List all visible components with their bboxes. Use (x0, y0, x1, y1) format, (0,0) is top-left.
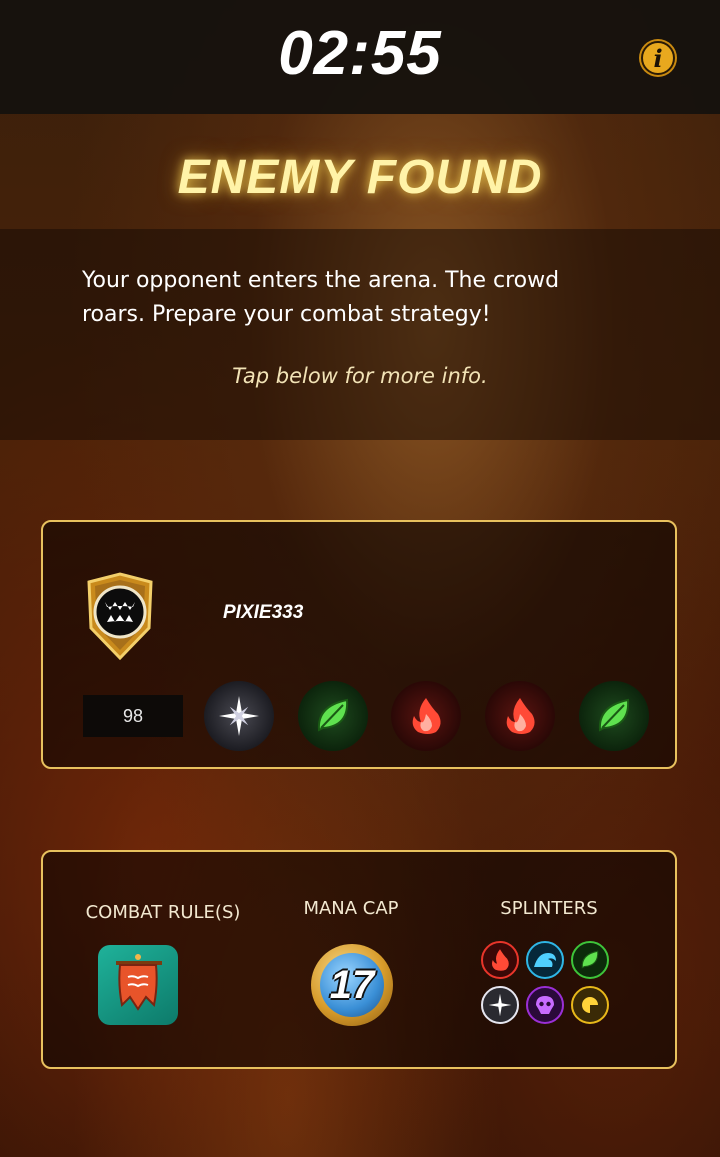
battle-rules-card[interactable]: COMBAT RULE(S) MANA CAP 17 SPLINTERS (41, 850, 677, 1069)
hint-text: Tap below for more info. (232, 364, 488, 388)
dragon-splinter-icon (571, 986, 609, 1024)
earth-splinter-icon (571, 941, 609, 979)
fangs-shield-icon (87, 572, 153, 660)
info-icon[interactable]: i (641, 41, 675, 75)
fire-splinter-icon (481, 941, 519, 979)
fire-splinter-icon (391, 681, 461, 751)
life-splinter-icon (204, 681, 274, 751)
earth-splinter-icon (298, 681, 368, 751)
description-panel (0, 229, 720, 440)
mana-cap-label: MANA CAP (303, 898, 399, 919)
match-timer: 02:55 (278, 19, 442, 88)
fire-splinter-icon (485, 681, 555, 751)
splinters-label: SPLINTERS (500, 898, 598, 919)
description-text: Your opponent enters the arena. The crow… (82, 268, 560, 327)
top-bar: 02:55 i (0, 0, 720, 114)
banner-flag-icon[interactable] (98, 945, 178, 1025)
life-splinter-icon (481, 986, 519, 1024)
combat-rules-label: COMBAT RULE(S) (85, 902, 241, 923)
page-title: ENEMY FOUND (177, 151, 543, 204)
mana-cap-badge[interactable]: 17 (311, 944, 393, 1026)
opponent-card[interactable]: PIXIE333 98 (41, 520, 677, 769)
opponent-rating: 98 (83, 695, 183, 737)
death-splinter-icon (526, 986, 564, 1024)
opponent-name: PIXIE333 (223, 602, 304, 623)
mana-cap-value: 17 (320, 953, 384, 1017)
earth-splinter-icon (579, 681, 649, 751)
water-splinter-icon (526, 941, 564, 979)
